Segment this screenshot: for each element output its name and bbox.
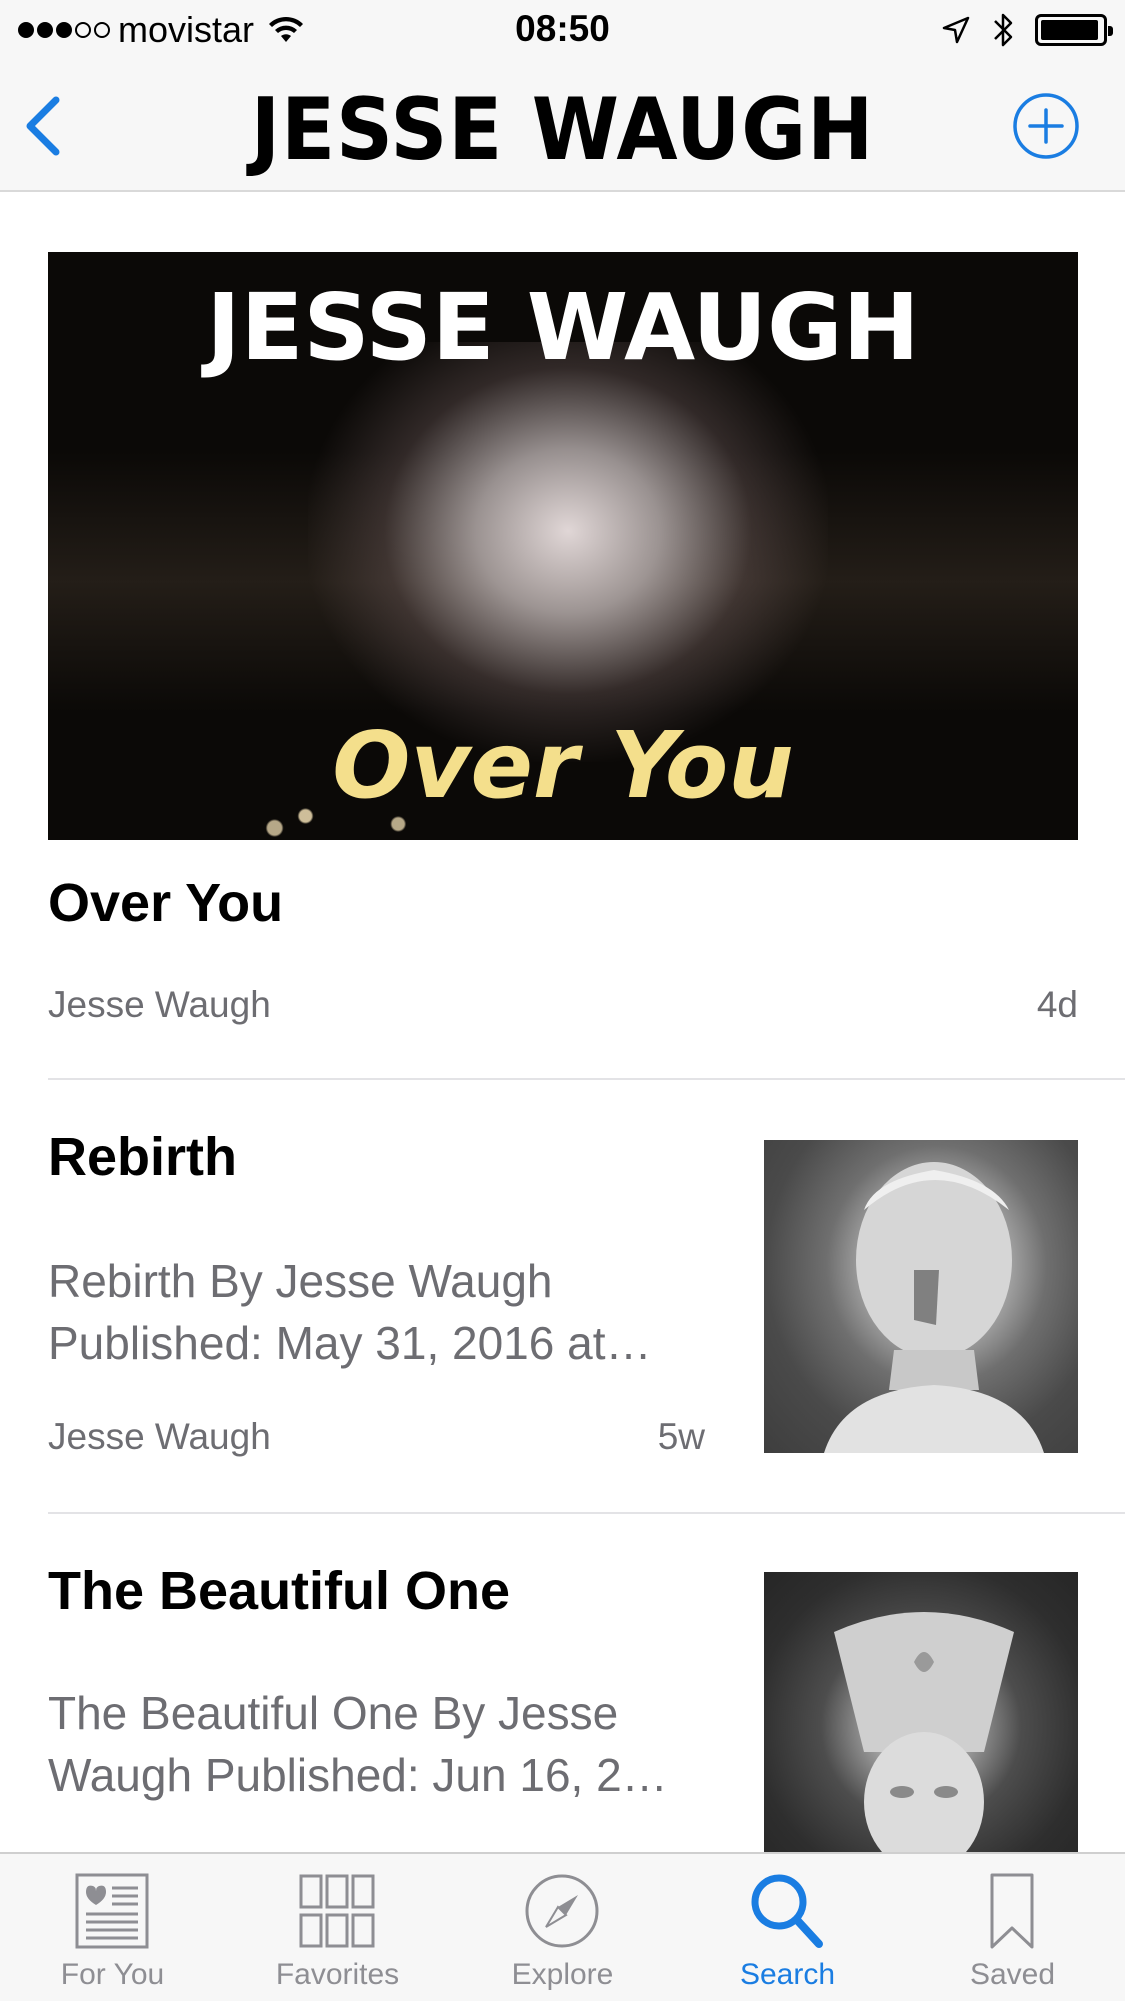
bluetooth-icon bbox=[994, 13, 1013, 47]
fireworks-graphic bbox=[308, 342, 828, 762]
article-title[interactable]: Rebirth bbox=[48, 1126, 237, 1188]
divider bbox=[48, 1512, 1125, 1514]
article-age: 4d bbox=[1036, 984, 1078, 1025]
add-channel-button[interactable] bbox=[1012, 92, 1080, 160]
compass-icon bbox=[525, 1874, 599, 1948]
article-title[interactable]: Over You bbox=[48, 872, 283, 934]
nefertiti-sculpture-image bbox=[834, 1612, 1014, 1852]
tab-explore[interactable]: Explore bbox=[450, 1854, 675, 2001]
status-right bbox=[941, 10, 1113, 50]
article-source: Jesse Waugh bbox=[48, 984, 271, 1025]
battery-level bbox=[1041, 20, 1098, 40]
tab-label: Favorites bbox=[275, 1958, 400, 1991]
article-title[interactable]: The Beautiful One bbox=[48, 1560, 510, 1622]
divider bbox=[48, 1078, 1125, 1080]
tab-label: Saved bbox=[969, 1958, 1056, 1991]
hero-artist-text: JESSE WAUGH bbox=[206, 274, 920, 381]
article-thumbnail[interactable] bbox=[764, 1572, 1078, 1852]
location-arrow-icon bbox=[942, 16, 970, 44]
battery-icon bbox=[1035, 14, 1113, 46]
page-title: JESSE WAUGH bbox=[250, 80, 875, 180]
tab-label: For You bbox=[60, 1958, 165, 1991]
article-source: Jesse Waugh bbox=[48, 1416, 271, 1457]
tab-for-you[interactable]: For You bbox=[0, 1854, 225, 2001]
bust-sculpture-image bbox=[824, 1162, 1044, 1453]
tab-label: Explore bbox=[511, 1958, 614, 1991]
newspaper-heart-icon bbox=[75, 1873, 149, 1949]
article-description: Rebirth By Jesse Waugh Published: May 31… bbox=[48, 1255, 652, 1369]
status-bar: movistar 08:50 bbox=[0, 0, 1125, 60]
article-thumbnail[interactable] bbox=[764, 1140, 1078, 1453]
bookmark-icon bbox=[990, 1873, 1034, 1949]
navigation-bar: JESSE WAUGH bbox=[0, 60, 1125, 192]
article-description: The Beautiful One By Jesse Waugh Publish… bbox=[48, 1687, 668, 1801]
tab-bar: For You Favorites Explore Search Saved bbox=[0, 1852, 1125, 2001]
article-feed[interactable]: JESSE WAUGH Over You Over You Jesse Waug… bbox=[0, 192, 1125, 1852]
tab-label: Search bbox=[739, 1958, 836, 1991]
tab-saved[interactable]: Saved bbox=[900, 1854, 1125, 2001]
search-icon bbox=[751, 1874, 823, 1948]
grid-icon bbox=[299, 1874, 375, 1948]
tab-favorites[interactable]: Favorites bbox=[225, 1854, 450, 2001]
hero-image[interactable]: JESSE WAUGH Over You bbox=[48, 252, 1078, 840]
tab-search[interactable]: Search bbox=[675, 1854, 900, 2001]
hero-song-text: Over You bbox=[332, 712, 794, 819]
article-age: 5w bbox=[657, 1416, 705, 1457]
